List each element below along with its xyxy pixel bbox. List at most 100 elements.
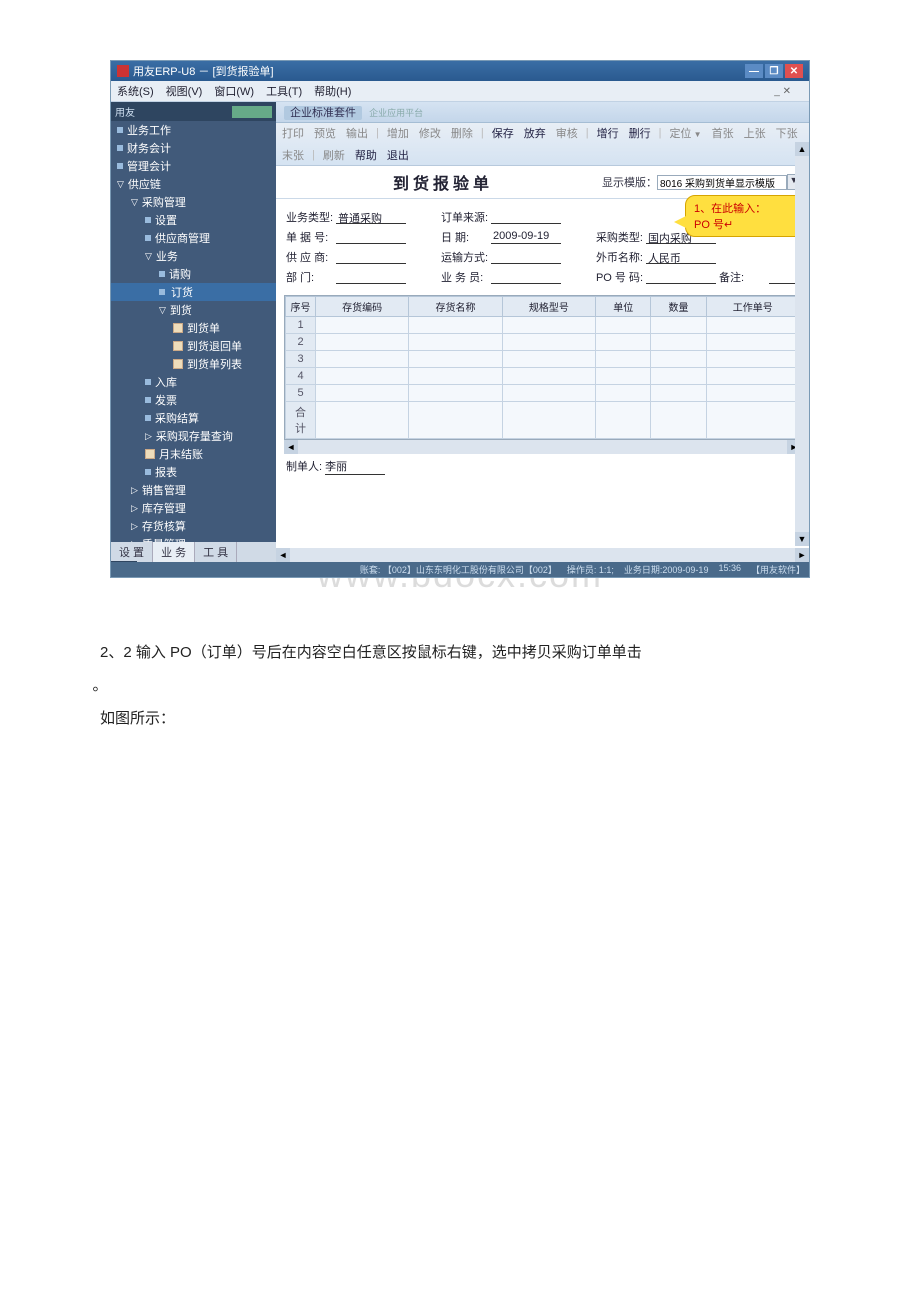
scroll-left-icon[interactable]: ◄: [284, 440, 298, 454]
tb-print[interactable]: 打印: [280, 125, 306, 141]
table-cell[interactable]: [706, 385, 799, 402]
tb-prev[interactable]: 上张: [742, 125, 768, 141]
tb-audit[interactable]: 审核: [554, 125, 580, 141]
sidebar-item[interactable]: 采购结算: [111, 409, 276, 427]
column-header[interactable]: 序号: [286, 297, 316, 317]
table-cell[interactable]: [409, 402, 502, 439]
sidebar-item[interactable]: 报表: [111, 463, 276, 481]
sidebar-item[interactable]: ▽采购管理: [111, 193, 276, 211]
val-vendor[interactable]: [336, 250, 406, 264]
sidebar-tab-business[interactable]: 业 务: [153, 542, 195, 562]
table-cell[interactable]: [651, 402, 706, 439]
scroll-right-icon[interactable]: ►: [795, 548, 809, 562]
sidebar-item[interactable]: 入库: [111, 373, 276, 391]
table-row[interactable]: 5: [286, 385, 800, 402]
sidebar-item[interactable]: ▽到货: [111, 301, 276, 319]
sidebar-item[interactable]: 设置: [111, 211, 276, 229]
mdi-controls[interactable]: _ ✕: [774, 86, 791, 97]
tb-next[interactable]: 下张: [774, 125, 800, 141]
table-row[interactable]: 合计: [286, 402, 800, 439]
val-shipmode[interactable]: [491, 250, 561, 264]
column-header[interactable]: 工作单号: [706, 297, 799, 317]
table-cell[interactable]: [596, 334, 651, 351]
table-cell[interactable]: [316, 317, 409, 334]
template-input[interactable]: [657, 175, 787, 190]
tb-delete[interactable]: 删除: [449, 125, 475, 141]
sidebar-item[interactable]: 供应商管理: [111, 229, 276, 247]
sidebar-item[interactable]: 到货单列表: [111, 355, 276, 373]
val-ponum[interactable]: [646, 270, 716, 284]
table-cell[interactable]: [706, 317, 799, 334]
sidebar-tab-setup[interactable]: 设 置: [111, 542, 153, 562]
sidebar-item[interactable]: 业务工作: [111, 121, 276, 139]
table-cell[interactable]: [596, 368, 651, 385]
detail-grid[interactable]: 序号存货编码存货名称规格型号单位数量工作单号 12345合计: [284, 295, 801, 440]
table-cell[interactable]: [409, 368, 502, 385]
table-cell[interactable]: [651, 334, 706, 351]
column-header[interactable]: 数量: [651, 297, 706, 317]
menu-window[interactable]: 窗口(W): [214, 83, 254, 99]
table-cell[interactable]: [409, 334, 502, 351]
table-cell[interactable]: [596, 385, 651, 402]
column-header[interactable]: 存货编码: [316, 297, 409, 317]
menu-system[interactable]: 系统(S): [117, 83, 154, 99]
table-row[interactable]: 1: [286, 317, 800, 334]
sidebar-item[interactable]: 发票: [111, 391, 276, 409]
val-bizperson[interactable]: [491, 270, 561, 284]
tb-addrow[interactable]: 增行: [595, 125, 621, 141]
table-cell[interactable]: [409, 317, 502, 334]
table-cell[interactable]: [316, 351, 409, 368]
table-cell[interactable]: [706, 368, 799, 385]
table-cell[interactable]: [502, 317, 595, 334]
table-cell[interactable]: [651, 317, 706, 334]
table-cell[interactable]: [502, 385, 595, 402]
table-cell[interactable]: [596, 402, 651, 439]
grid-hscrollbar[interactable]: ◄ ►: [284, 440, 801, 454]
tb-first[interactable]: 首张: [710, 125, 736, 141]
maximize-button[interactable]: ❐: [765, 64, 783, 78]
sidebar-item[interactable]: ▷采购现存量查询: [111, 427, 276, 445]
sidebar-item[interactable]: 管理会计: [111, 157, 276, 175]
scroll-down-icon[interactable]: ▼: [795, 532, 809, 546]
table-cell[interactable]: [316, 334, 409, 351]
table-cell[interactable]: [316, 385, 409, 402]
table-cell[interactable]: [502, 368, 595, 385]
tb-add[interactable]: 增加: [385, 125, 411, 141]
tb-exit[interactable]: 退出: [385, 147, 411, 163]
menu-view[interactable]: 视图(V): [166, 83, 203, 99]
table-cell[interactable]: [409, 385, 502, 402]
table-cell[interactable]: [651, 385, 706, 402]
table-cell[interactable]: [316, 402, 409, 439]
tb-help[interactable]: 帮助: [353, 147, 379, 163]
tb-preview[interactable]: 预览: [312, 125, 338, 141]
table-cell[interactable]: [502, 351, 595, 368]
tb-locate[interactable]: 定位: [667, 125, 703, 141]
tb-last[interactable]: 末张: [280, 147, 306, 163]
val-ordersrc[interactable]: [491, 210, 561, 224]
table-cell[interactable]: [409, 351, 502, 368]
main-hscrollbar[interactable]: ◄ ►: [276, 548, 809, 562]
table-cell[interactable]: [706, 334, 799, 351]
val-biztype[interactable]: 普通采购: [336, 210, 406, 224]
table-cell[interactable]: [651, 351, 706, 368]
sidebar-item[interactable]: 财务会计: [111, 139, 276, 157]
tb-abort[interactable]: 放弃: [522, 125, 548, 141]
sidebar-item[interactable]: ▷存货核算: [111, 517, 276, 535]
val-docnum[interactable]: [336, 230, 406, 244]
minimize-button[interactable]: —: [745, 64, 763, 78]
sidebar-tab-tool[interactable]: 工 具: [195, 542, 237, 562]
scroll-left-icon[interactable]: ◄: [276, 548, 290, 562]
tb-delrow[interactable]: 删行: [627, 125, 653, 141]
column-header[interactable]: 单位: [596, 297, 651, 317]
table-cell[interactable]: [596, 317, 651, 334]
table-cell[interactable]: [651, 368, 706, 385]
table-row[interactable]: 2: [286, 334, 800, 351]
tb-save[interactable]: 保存: [490, 125, 516, 141]
table-cell[interactable]: [706, 402, 799, 439]
sidebar-item[interactable]: 请购: [111, 265, 276, 283]
table-row[interactable]: 3: [286, 351, 800, 368]
scroll-track[interactable]: [795, 156, 809, 532]
tb-modify[interactable]: 修改: [417, 125, 443, 141]
table-row[interactable]: 4: [286, 368, 800, 385]
menu-help[interactable]: 帮助(H): [314, 83, 351, 99]
